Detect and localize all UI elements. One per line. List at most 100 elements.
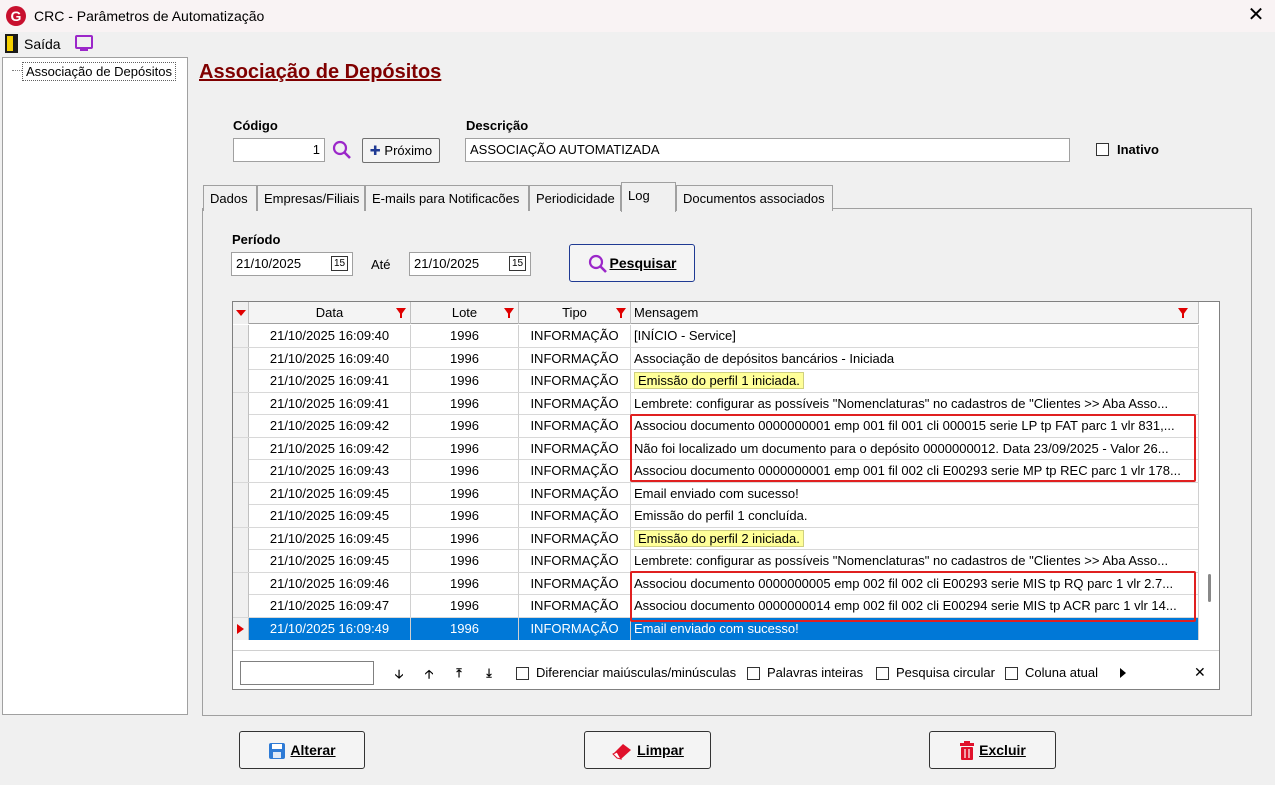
cell-mensagem[interactable]: Associação de depósitos bancários - Inic…	[631, 347, 1199, 370]
cell-tipo[interactable]: INFORMAÇÃO	[519, 505, 631, 527]
cell-data[interactable]: 21/10/2025 16:09:40	[249, 347, 411, 370]
cell-tipo[interactable]: INFORMAÇÃO	[519, 347, 631, 370]
more-options-arrow-icon[interactable]	[1120, 668, 1126, 678]
row-indicator[interactable]	[233, 415, 249, 437]
table-row[interactable]: 21/10/2025 16:09:47 1996 INFORMAÇÃO Associo…	[233, 595, 1199, 618]
tab-periodicidade[interactable]: Periodicidade	[529, 185, 621, 211]
inativo-checkbox[interactable]	[1096, 143, 1109, 156]
cell-tipo[interactable]: INFORMAÇÃO	[519, 482, 631, 505]
scrollbar-thumb[interactable]	[1208, 574, 1211, 602]
cell-mensagem[interactable]: Associou documento 0000000005 emp 002 fi…	[631, 572, 1199, 595]
cell-mensagem[interactable]: Associou documento 0000000001 emp 001 fi…	[631, 415, 1199, 437]
excluir-button[interactable]: Excluir	[929, 731, 1056, 769]
table-row[interactable]: 21/10/2025 16:09:40 1996 INFORMAÇÃO Associa…	[233, 347, 1199, 370]
search-icon[interactable]	[331, 139, 353, 161]
row-indicator[interactable]	[233, 550, 249, 572]
tab-emails-notificacoes[interactable]: E-mails para Notificacões	[365, 185, 529, 211]
column-header-data[interactable]: Data	[249, 302, 411, 324]
row-indicator[interactable]	[233, 572, 249, 595]
cell-mensagem[interactable]: [INÍCIO - Service]	[631, 325, 1199, 347]
cell-lote[interactable]: 1996	[411, 437, 519, 460]
cell-data[interactable]: 21/10/2025 16:09:40	[249, 325, 411, 347]
cell-tipo[interactable]: INFORMAÇÃO	[519, 617, 631, 640]
cell-lote[interactable]: 1996	[411, 415, 519, 437]
filter-icon[interactable]	[1178, 308, 1188, 318]
table-row[interactable]: 21/10/2025 16:09:43 1996 INFORMAÇÃO Associo…	[233, 460, 1199, 483]
row-indicator[interactable]	[233, 370, 249, 392]
cell-lote[interactable]: 1996	[411, 572, 519, 595]
cell-lote[interactable]: 1996	[411, 325, 519, 347]
column-header-lote[interactable]: Lote	[411, 302, 519, 324]
table-row[interactable]: 21/10/2025 16:09:45 1996 INFORMAÇÃO Lembret…	[233, 550, 1199, 573]
whole-words-checkbox[interactable]	[747, 667, 760, 680]
monitor-icon[interactable]	[75, 35, 93, 49]
menu-exit[interactable]: Saída	[24, 36, 61, 52]
table-row[interactable]: 21/10/2025 16:09:42 1996 INFORMAÇÃO Associo…	[233, 415, 1199, 438]
alterar-button[interactable]: Alterar	[239, 731, 365, 769]
tab-dados[interactable]: Dados	[203, 185, 257, 211]
filter-icon[interactable]	[504, 308, 514, 318]
table-row[interactable]: 21/10/2025 16:09:41 1996 INFORMAÇÃO Lembret…	[233, 392, 1199, 415]
cell-mensagem[interactable]: Lembrete: configurar as possíveis "Nomen…	[631, 550, 1199, 572]
case-sensitive-checkbox[interactable]	[516, 667, 529, 680]
tab-empresas-filiais[interactable]: Empresas/Filiais	[257, 185, 365, 211]
row-indicator[interactable]	[233, 617, 249, 640]
cell-data[interactable]: 21/10/2025 16:09:42	[249, 437, 411, 460]
cell-data[interactable]: 21/10/2025 16:09:47	[249, 595, 411, 617]
close-icon[interactable]: ✕	[1245, 4, 1267, 26]
arrow-last-icon[interactable]: ⤓	[482, 666, 496, 680]
close-search-icon[interactable]: ✕	[1194, 664, 1206, 681]
cell-lote[interactable]: 1996	[411, 527, 519, 550]
cell-lote[interactable]: 1996	[411, 617, 519, 640]
tree-item-associacao-depositos[interactable]: Associação de Depósitos	[22, 62, 176, 81]
row-indicator[interactable]	[233, 505, 249, 527]
cell-mensagem[interactable]: Emissão do perfil 1 concluída.	[631, 505, 1199, 527]
arrow-down-icon[interactable]: 🡣	[392, 667, 406, 681]
cell-data[interactable]: 21/10/2025 16:09:42	[249, 415, 411, 437]
filter-icon[interactable]	[396, 308, 406, 318]
cell-mensagem[interactable]: Email enviado com sucesso!	[631, 617, 1199, 640]
descricao-input[interactable]: ASSOCIAÇÃO AUTOMATIZADA	[465, 138, 1070, 162]
tab-log[interactable]: Log	[621, 182, 676, 212]
table-row[interactable]: 21/10/2025 16:09:45 1996 INFORMAÇÃO Emissão…	[233, 505, 1199, 528]
row-indicator[interactable]	[233, 482, 249, 505]
pesquisar-button[interactable]: Pesquisar	[569, 244, 695, 282]
tab-documentos-associados[interactable]: Documentos associados	[676, 185, 833, 211]
cell-data[interactable]: 21/10/2025 16:09:43	[249, 460, 411, 482]
cell-mensagem[interactable]: Lembrete: configurar as possíveis "Nomen…	[631, 392, 1199, 415]
cell-data[interactable]: 21/10/2025 16:09:41	[249, 370, 411, 392]
cell-tipo[interactable]: INFORMAÇÃO	[519, 527, 631, 550]
grid-search-input[interactable]	[240, 661, 374, 685]
table-row[interactable]: 21/10/2025 16:09:40 1996 INFORMAÇÃO [INÍCIO…	[233, 325, 1199, 348]
column-header-tipo[interactable]: Tipo	[519, 302, 631, 324]
row-indicator[interactable]	[233, 392, 249, 415]
grid-scrollbar[interactable]	[1200, 302, 1219, 689]
cell-lote[interactable]: 1996	[411, 392, 519, 415]
row-indicator[interactable]	[233, 527, 249, 550]
cell-tipo[interactable]: INFORMAÇÃO	[519, 370, 631, 392]
circular-search-checkbox[interactable]	[876, 667, 889, 680]
cell-mensagem[interactable]: Associou documento 0000000014 emp 002 fi…	[631, 595, 1199, 617]
cell-tipo[interactable]: INFORMAÇÃO	[519, 392, 631, 415]
table-row[interactable]: 21/10/2025 16:09:42 1996 INFORMAÇÃO Não foi…	[233, 437, 1199, 460]
cell-mensagem[interactable]: Associou documento 0000000001 emp 001 fi…	[631, 460, 1199, 482]
row-indicator[interactable]	[233, 325, 249, 347]
current-column-checkbox[interactable]	[1005, 667, 1018, 680]
cell-lote[interactable]: 1996	[411, 595, 519, 617]
row-indicator[interactable]	[233, 460, 249, 482]
row-indicator[interactable]	[233, 595, 249, 617]
row-indicator[interactable]	[233, 347, 249, 370]
cell-tipo[interactable]: INFORMAÇÃO	[519, 437, 631, 460]
cell-lote[interactable]: 1996	[411, 482, 519, 505]
cell-lote[interactable]: 1996	[411, 550, 519, 572]
calendar-icon[interactable]: 15	[509, 256, 526, 271]
arrow-up-icon[interactable]: 🡡	[422, 667, 436, 681]
cell-data[interactable]: 21/10/2025 16:09:46	[249, 572, 411, 595]
cell-tipo[interactable]: INFORMAÇÃO	[519, 460, 631, 482]
cell-data[interactable]: 21/10/2025 16:09:45	[249, 505, 411, 527]
cell-mensagem[interactable]: Email enviado com sucesso!	[631, 482, 1199, 505]
cell-lote[interactable]: 1996	[411, 370, 519, 392]
cell-data[interactable]: 21/10/2025 16:09:45	[249, 482, 411, 505]
cell-mensagem[interactable]: Emissão do perfil 2 iniciada.	[631, 527, 1199, 550]
exit-door-icon[interactable]	[5, 34, 18, 53]
